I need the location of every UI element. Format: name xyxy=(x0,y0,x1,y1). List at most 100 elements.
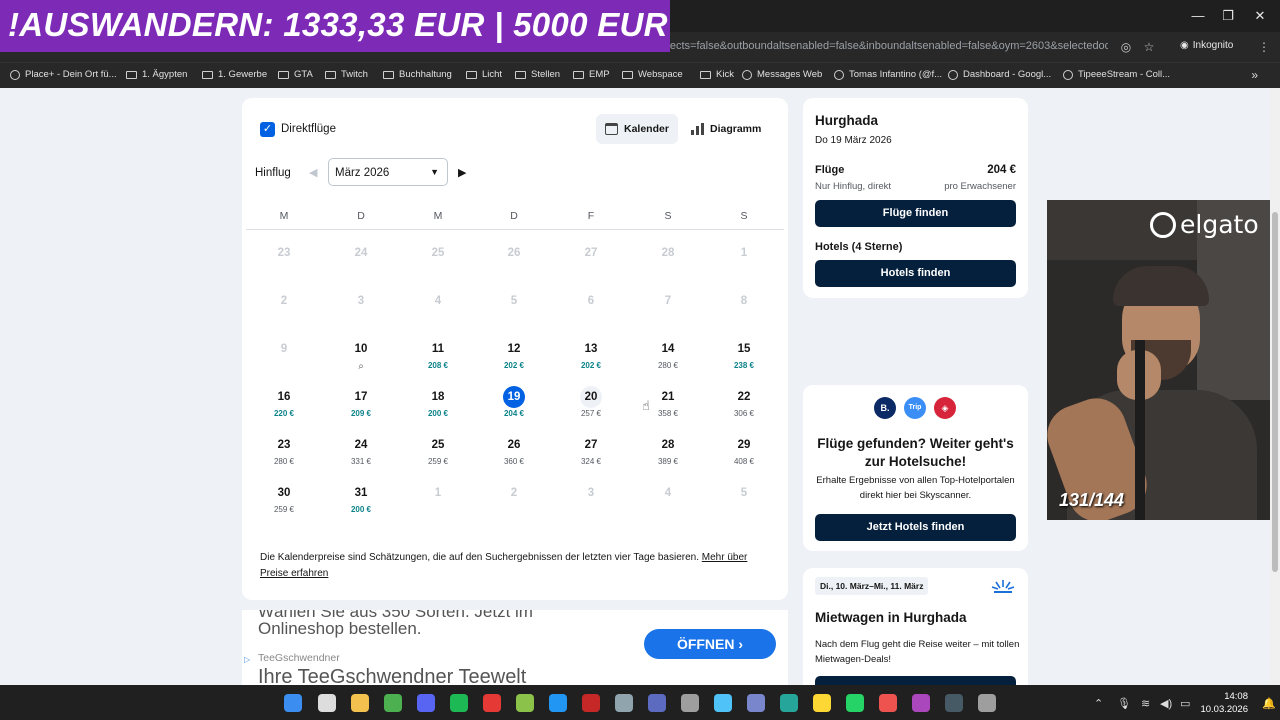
audio-icon[interactable] xyxy=(747,694,765,712)
bookmark-item[interactable]: Place+ - Dein Ort fü... xyxy=(10,69,117,80)
calendar-day[interactable]: 30 259 € xyxy=(261,482,307,526)
whatsapp-icon[interactable] xyxy=(846,694,864,712)
bookmark-item[interactable]: EMP xyxy=(573,69,610,80)
car-rental-text: Nach dem Flug geht die Reise weiter – mi… xyxy=(815,639,1020,665)
ad-open-button[interactable]: ÖFFNEN › xyxy=(644,629,776,659)
windows-start-icon[interactable] xyxy=(284,694,302,712)
find-hotels-now-button[interactable]: Jetzt Hotels finden xyxy=(815,514,1016,541)
calendar-day[interactable]: 15 238 € xyxy=(721,338,767,382)
calendar-day[interactable]: 26 360 € xyxy=(491,434,537,478)
bookmark-item[interactable]: 1. Gewerbe xyxy=(202,69,267,80)
close-window-icon[interactable]: ✕ xyxy=(1250,6,1270,26)
app-red-icon[interactable] xyxy=(582,694,600,712)
calendar-day[interactable]: 19 204 € xyxy=(491,386,537,430)
settings-icon[interactable] xyxy=(978,694,996,712)
taskbar-clock[interactable]: 14:08 10.03.2026 xyxy=(1200,690,1248,716)
chart-view-button[interactable]: Diagramm xyxy=(682,114,770,144)
minimize-icon[interactable]: — xyxy=(1188,6,1208,26)
next-month-icon[interactable]: ▶ xyxy=(458,166,466,179)
bookmark-item[interactable]: GTA xyxy=(278,69,313,80)
bookmarks-overflow-icon[interactable]: » xyxy=(1251,68,1258,82)
calendar-view-button[interactable]: Kalender xyxy=(596,114,678,144)
bookmark-item[interactable]: 1. Ägypten xyxy=(126,69,187,80)
bookmark-item[interactable]: Stellen xyxy=(515,69,560,80)
calendar-day[interactable]: 24 331 € xyxy=(338,434,384,478)
app-blue-icon[interactable] xyxy=(648,694,666,712)
ad-banner[interactable]: Wählen Sie aus 350 Sorten. Jetzt im Onli… xyxy=(242,610,788,685)
chrome-icon[interactable] xyxy=(384,694,402,712)
calendar-day[interactable]: 10 ⌕ xyxy=(338,338,384,382)
calendar-day[interactable]: 18 200 € xyxy=(415,386,461,430)
windows-taskbar: ⌃ 🎙 ≋ ◀) ▭ 14:08 10.03.2026 🔔 xyxy=(0,685,1280,720)
calendar-day[interactable]: 20 257 € xyxy=(568,386,614,430)
site-icon xyxy=(10,69,20,80)
volume-icon[interactable]: ◀) xyxy=(1160,697,1172,710)
day-price: 280 € xyxy=(273,457,295,466)
car-rental-button[interactable] xyxy=(815,676,1016,685)
bookmark-item[interactable]: Buchhaltung xyxy=(383,69,452,80)
notification-bell-icon[interactable]: 🔔 xyxy=(1262,697,1276,710)
spotify-icon[interactable] xyxy=(450,694,468,712)
calendar-day[interactable]: 17 209 € xyxy=(338,386,384,430)
calendar-day[interactable]: 21 358 € xyxy=(645,386,691,430)
bookmark-item[interactable]: Dashboard - Googl... xyxy=(948,69,1051,80)
bookmark-item[interactable]: Kick xyxy=(700,69,734,80)
bookmark-item[interactable]: Webspace xyxy=(622,69,683,80)
microphone-icon[interactable]: 🎙 xyxy=(1117,697,1131,710)
day-price: 202 € xyxy=(503,361,525,370)
menu-dots-icon[interactable]: ⋮ xyxy=(1256,39,1272,55)
tray-chevron-icon[interactable]: ⌃ xyxy=(1094,697,1103,710)
app-teal-icon[interactable] xyxy=(780,694,798,712)
calendar-day[interactable]: 27 324 € xyxy=(568,434,614,478)
app-green-icon[interactable] xyxy=(516,694,534,712)
day-number: 12 xyxy=(507,343,521,355)
find-flights-button[interactable]: Flüge finden xyxy=(815,200,1016,227)
app-diamond-icon[interactable] xyxy=(483,694,501,712)
steam-icon[interactable] xyxy=(615,694,633,712)
tf-icon[interactable] xyxy=(879,694,897,712)
incognito-indicator[interactable]: ◉ Inkognito xyxy=(1180,40,1233,51)
calendar-day[interactable]: 12 202 € xyxy=(491,338,537,382)
bookmark-item[interactable]: Messages Web xyxy=(742,69,822,80)
ad-choices-icon[interactable]: ▷ xyxy=(244,655,250,664)
bookmark-item[interactable]: Licht xyxy=(466,69,502,80)
bookmark-star-icon[interactable]: ☆ xyxy=(1141,39,1157,55)
app-multi-icon[interactable] xyxy=(912,694,930,712)
calendar-day[interactable]: 28 389 € xyxy=(645,434,691,478)
promo-text: Erhalte Ergebnisse von allen Top-Hotelpo… xyxy=(816,475,1015,501)
weekday-header: F xyxy=(587,210,595,222)
calendar-day[interactable]: 25 259 € xyxy=(415,434,461,478)
bookmark-item[interactable]: TipeeeStream - Coll... xyxy=(1063,69,1170,80)
calendar-day: 6 xyxy=(568,290,614,334)
eye-off-icon[interactable]: ◎ xyxy=(1118,39,1134,55)
direct-flights-label[interactable]: Direktflüge xyxy=(281,123,336,135)
calendar-day[interactable]: 14 280 € xyxy=(645,338,691,382)
calendar-day[interactable]: 22 306 € xyxy=(721,386,767,430)
file-explorer-icon[interactable] xyxy=(351,694,369,712)
notes-icon[interactable] xyxy=(813,694,831,712)
bookmark-item[interactable]: Twitch xyxy=(325,69,368,80)
calendar-day[interactable]: 31 200 € xyxy=(338,482,384,526)
vscode-icon[interactable] xyxy=(549,694,567,712)
prev-month-icon[interactable]: ◀ xyxy=(309,166,319,180)
discord-icon[interactable] xyxy=(417,694,435,712)
find-hotels-button[interactable]: Hotels finden xyxy=(815,260,1016,287)
month-select[interactable]: März 2026 ▼ xyxy=(328,158,448,186)
app-cyan-icon[interactable] xyxy=(714,694,732,712)
calendar-day[interactable]: 11 208 € xyxy=(415,338,461,382)
day-price: 202 € xyxy=(580,361,602,370)
obs-icon[interactable] xyxy=(681,694,699,712)
search-icon[interactable] xyxy=(318,694,336,712)
direct-flights-checkbox[interactable]: ✓ xyxy=(260,122,275,137)
bookmark-item[interactable]: Tomas Infantino (@f... xyxy=(834,69,942,80)
calendar-day[interactable]: 16 220 € xyxy=(261,386,307,430)
calendar-day[interactable]: 13 202 € xyxy=(568,338,614,382)
maximize-icon[interactable]: ❐ xyxy=(1218,6,1238,26)
battery-icon[interactable]: ▭ xyxy=(1180,697,1190,710)
calendar-day[interactable]: 29 408 € xyxy=(721,434,767,478)
calendar-day[interactable]: 23 280 € xyxy=(261,434,307,478)
scrollbar-thumb[interactable] xyxy=(1272,212,1278,572)
wifi-icon[interactable]: ≋ xyxy=(1141,697,1150,710)
app-dark-icon[interactable] xyxy=(945,694,963,712)
destination-city: Hurghada xyxy=(815,113,879,128)
